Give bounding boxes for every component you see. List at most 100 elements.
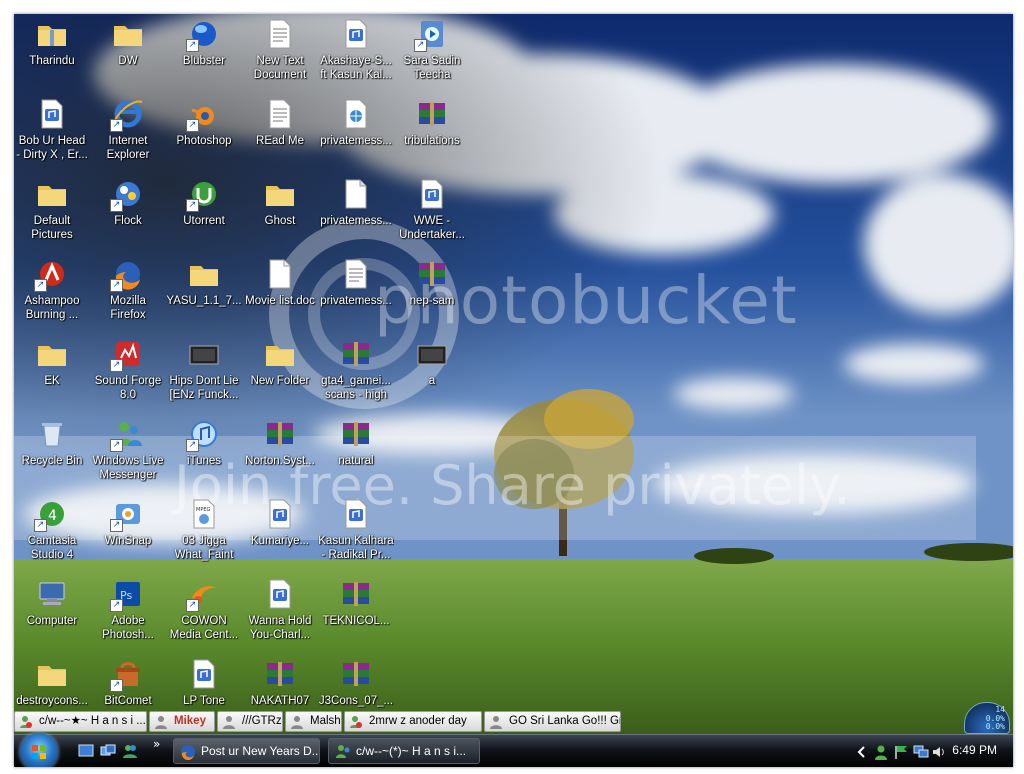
desktop-icon-tribulations[interactable]: tribulations	[394, 96, 470, 172]
winrar-archive-icon	[416, 258, 448, 290]
winrar-archive-icon	[264, 418, 296, 450]
desktop-icon-flock[interactable]: ↗ Flock	[90, 176, 166, 252]
web-file-icon	[340, 98, 372, 130]
desktop-icon-label: Utorrent	[183, 215, 225, 227]
desktop-icon-movie-list[interactable]: Movie list.doc	[242, 256, 318, 332]
desktop-icon-yasu[interactable]: YASU_1.1_7...	[166, 256, 242, 332]
blender-icon: ↗	[186, 98, 220, 132]
volume-icon[interactable]	[931, 744, 947, 760]
messenger-quicklaunch-icon[interactable]	[122, 744, 138, 758]
desktop-icon-default-pictures[interactable]: Default Pictures	[14, 176, 90, 252]
chat-tab-3[interactable]: ///GTRz	[217, 711, 283, 732]
desktop-icon-winsnap[interactable]: ↗ WinSnap	[90, 496, 166, 572]
flag-icon[interactable]	[893, 744, 909, 760]
audio-file-icon	[264, 498, 296, 530]
desktop-icon-new-text-document[interactable]: New Text Document	[242, 16, 318, 92]
desktop-icon-read-me[interactable]: REad Me	[242, 96, 318, 172]
desktop-icon-bob-ur-head[interactable]: Bob Ur Head - Dirty X , Er...	[14, 96, 90, 172]
desktop-icon-sara-sadin[interactable]: ↗ Sara Sadin Teecha	[394, 16, 470, 92]
desktop-icon-label: Computer	[26, 615, 78, 627]
chevron-left-icon[interactable]	[857, 746, 867, 758]
desktop-icon-privatemess-2[interactable]: privatemess...	[318, 176, 394, 252]
desktop-icon-utorrent[interactable]: ↗ Utorrent	[166, 176, 242, 252]
start-button[interactable]	[20, 733, 58, 767]
ashampoo-icon: ↗	[34, 258, 68, 292]
desktop-icon-ek[interactable]: EK	[14, 336, 90, 412]
desktop-icon-dw[interactable]: DW	[90, 16, 166, 92]
media-shortcut-icon: ↗	[414, 18, 448, 52]
desktop-icon-privatemess-1[interactable]: privatemess...	[318, 96, 394, 172]
chat-tab-5[interactable]: 2mrw z anoder day	[344, 711, 482, 732]
internet-explorer-icon: ↗	[110, 98, 144, 132]
desktop-icon-label: J3Cons_07_...	[318, 695, 394, 707]
desktop-icon-label: Internet Explorer	[106, 135, 150, 161]
desktop-icon-gta4[interactable]: gta4_gamei... scans - high	[318, 336, 394, 412]
desktop-icon-label: tribulations	[404, 135, 460, 147]
folder-icon	[264, 178, 296, 210]
desktop-icon-cowon[interactable]: ↗ COWON Media Cent...	[166, 576, 242, 652]
desktop-icon-label: Recycle Bin	[21, 455, 83, 467]
desktop-icon-label: Default Pictures	[31, 215, 73, 241]
folder-icon	[36, 178, 68, 210]
chat-tab-1[interactable]: c/w--~★~ H a n s i ...	[14, 711, 147, 732]
network-icon[interactable]	[913, 744, 929, 760]
desktop-icon-internet-explorer[interactable]: ↗ Internet Explorer	[90, 96, 166, 172]
desktop-icon-label: REad Me	[256, 135, 304, 147]
winrar-archive-icon	[340, 658, 372, 690]
desktop-icon-a[interactable]: a	[394, 336, 470, 412]
desktop-icon-kumariye[interactable]: Kumariye...	[242, 496, 318, 572]
desktop-icon-norton[interactable]: Norton.Syst...	[242, 416, 318, 492]
desktop-icon-firefox[interactable]: ↗ Mozilla Firefox	[90, 256, 166, 332]
desktop-icon-ashampoo[interactable]: ↗ Ashampoo Burning ...	[14, 256, 90, 332]
desktop-icon-computer[interactable]: Computer	[14, 576, 90, 652]
desktop-icon-camtasia[interactable]: 4 ↗ Camtasia Studio 4	[14, 496, 90, 572]
taskbar-button-firefox[interactable]: Post ur New Years D...	[173, 738, 320, 764]
desktop-icon-new-folder[interactable]: New Folder	[242, 336, 318, 412]
desktop-icon-label: New Folder	[250, 375, 310, 387]
firefox-icon: ↗	[110, 258, 144, 292]
switch-windows-icon[interactable]	[100, 744, 116, 758]
desktop-icon-label: privatemess...	[320, 135, 392, 147]
shortcut-arrow-icon: ↗	[34, 279, 47, 292]
show-desktop-icon[interactable]	[78, 744, 94, 758]
show-more-chevron[interactable]: »	[153, 737, 160, 751]
photoshop-icon: Ps ↗	[110, 578, 144, 612]
desktop-icon-blubster[interactable]: ↗ Blubster	[166, 16, 242, 92]
desktop-icon-label: NAKATH07	[250, 695, 310, 707]
desktop-icon-label: EK	[44, 375, 60, 387]
desktop-icon-photoshop[interactable]: ↗ Photoshop	[166, 96, 242, 172]
chat-tab-6[interactable]: GO Sri Lanka Go!!! Gr...	[484, 711, 621, 732]
desktop-icon-tharindu[interactable]: Tharindu	[14, 16, 90, 92]
desktop-icon-messenger[interactable]: ↗ Windows Live Messenger	[90, 416, 166, 492]
messenger-status-icon[interactable]	[873, 744, 889, 760]
desktop-icon-privatemess-3[interactable]: privatemess...	[318, 256, 394, 332]
desktop-icon-wanna-hold-you[interactable]: Wanna Hold You-Charl...	[242, 576, 318, 652]
desktop-icon-adobe-photoshop[interactable]: Ps ↗ Adobe Photosh...	[90, 576, 166, 652]
desktop-icon-akashaye[interactable]: Akashaye-S... ft Kasun Kal...	[318, 16, 394, 92]
chat-tab-4[interactable]: Malshi	[285, 711, 342, 732]
chat-tab-2[interactable]: Mikey	[149, 711, 215, 732]
clock[interactable]: 6:49 PM	[952, 743, 997, 757]
folder-icon	[36, 658, 68, 690]
desktop-icon-label: privatemess...	[320, 215, 392, 227]
desktop-icon-itunes[interactable]: ↗ iTunes	[166, 416, 242, 492]
desktop-icon-hips-dont-lie[interactable]: Hips Dont Lie [ENz Funck...	[166, 336, 242, 412]
desktop-icon-label: LP Tone	[183, 695, 225, 707]
messenger-plus-tab-bar: c/w--~★~ H a n s i ... Mikey ///GTRz Mal…	[14, 711, 1013, 733]
desktop-icon-sound-forge[interactable]: ↗ Sound Forge 8.0	[90, 336, 166, 412]
shortcut-arrow-icon: ↗	[110, 119, 123, 132]
desktop-icon-teknicol[interactable]: TEKNICOL...	[318, 576, 394, 652]
winrar-archive-icon	[264, 658, 296, 690]
taskbar-button-messenger[interactable]: c/w--~(*)~ H a n s i...	[328, 738, 480, 764]
shortcut-arrow-icon: ↗	[110, 359, 123, 372]
desktop-icon-label: Photoshop	[176, 135, 232, 147]
desktop-icon-recycle-bin[interactable]: Recycle Bin	[14, 416, 90, 492]
desktop-icon-nep-sam[interactable]: nep-sam	[394, 256, 470, 332]
desktop-icon-kasun-kalhara[interactable]: Kasun Kalhara - Radikal Pr...	[318, 496, 394, 572]
desktop-icon-03-jigga[interactable]: MPEG 03 Jigga What_Faint	[166, 496, 242, 572]
desktop-icon-label: BitComet	[104, 695, 152, 707]
chat-tab-label: Malshi	[310, 715, 342, 727]
desktop-icon-wwe[interactable]: WWE - Undertaker...	[394, 176, 470, 252]
desktop-icon-ghost[interactable]: Ghost	[242, 176, 318, 252]
desktop-icon-natural[interactable]: natural	[318, 416, 394, 492]
